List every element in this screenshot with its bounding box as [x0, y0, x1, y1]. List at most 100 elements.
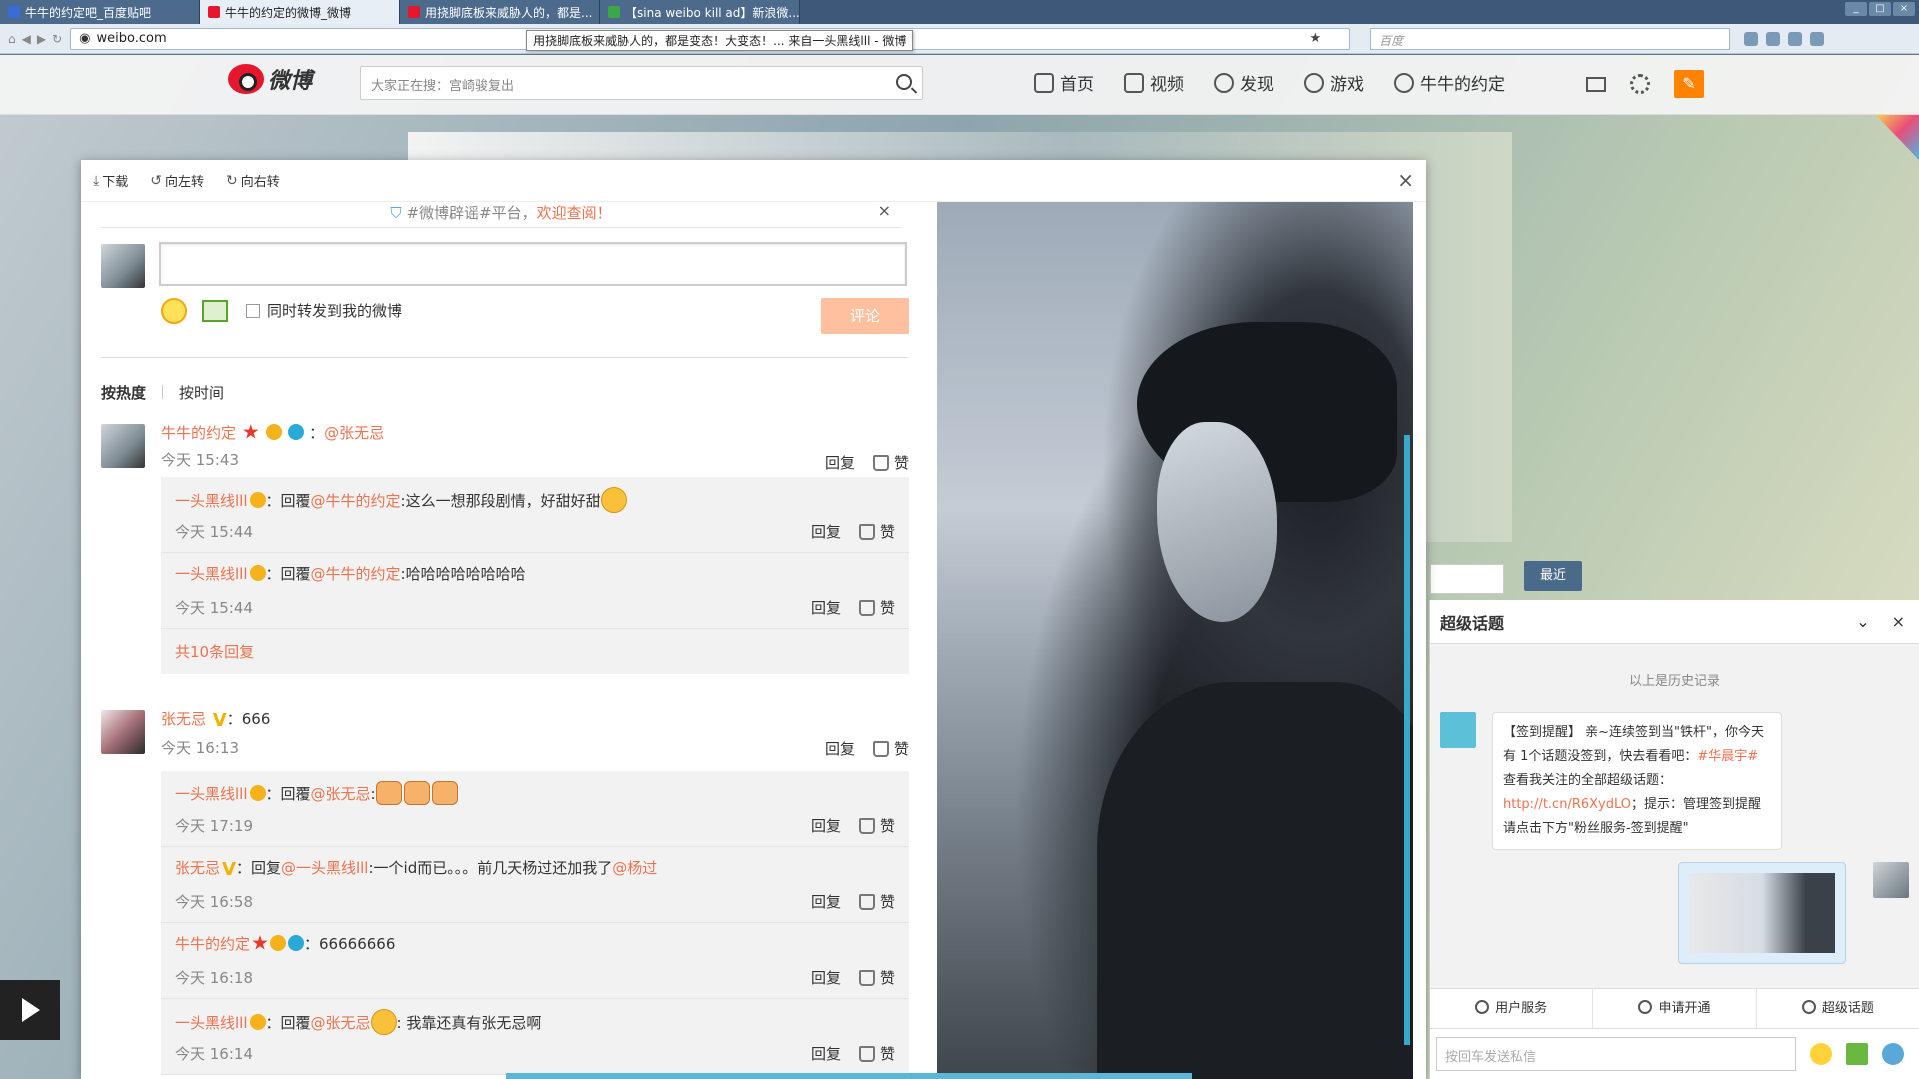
reply-button[interactable]: 回复: [811, 967, 841, 988]
like-button[interactable]: 赞: [858, 521, 895, 542]
forward-icon[interactable]: ▶: [37, 32, 46, 46]
thumbs-up-icon: [858, 1045, 875, 1062]
minimize-icon[interactable]: _: [1845, 2, 1867, 16]
back-icon[interactable]: ◀: [22, 32, 31, 46]
browser-tab-3[interactable]: 用挠脚底板来威胁人的，都是...: [400, 0, 600, 24]
bot-avatar[interactable]: [1440, 712, 1476, 748]
mention-link[interactable]: @张无忌: [311, 1014, 371, 1032]
close-window-icon[interactable]: ×: [1893, 2, 1915, 16]
my-avatar[interactable]: [1873, 862, 1909, 898]
rumor-notice: ⛉ #微博辟谣#平台，欢迎查阅！ ×: [101, 202, 901, 228]
search-icon[interactable]: [1744, 31, 1759, 46]
search-icon[interactable]: [896, 74, 912, 90]
home-icon[interactable]: ⌂: [8, 32, 16, 46]
chevron-down-icon[interactable]: ⌄: [1856, 612, 1869, 631]
compose-button[interactable]: ✎: [1674, 70, 1704, 98]
reply-button[interactable]: 回复: [811, 1043, 841, 1064]
reply-button[interactable]: 回复: [811, 597, 841, 618]
browser-tab-4[interactable]: 【sina weibo kill ad】新浪微...: [600, 0, 800, 24]
mention-link[interactable]: @一头黑线lll: [281, 859, 369, 877]
bookmark-star-icon[interactable]: ★: [1310, 31, 1322, 46]
browser-tab-1[interactable]: 牛牛的约定吧_百度贴吧: [0, 0, 200, 24]
mail-icon[interactable]: [1586, 76, 1606, 92]
like-button[interactable]: 赞: [872, 738, 909, 759]
emoji-icon[interactable]: [161, 298, 187, 324]
like-button[interactable]: 赞: [858, 967, 895, 988]
reply-username[interactable]: 一头黑线lll: [175, 785, 248, 803]
emoji-icon[interactable]: [1810, 1043, 1832, 1065]
reply-username[interactable]: 牛牛的约定: [175, 935, 250, 953]
menu-icon[interactable]: [1810, 31, 1825, 46]
reply-username[interactable]: 一头黑线lll: [175, 492, 248, 510]
extension-icon[interactable]: [1766, 31, 1781, 46]
mention-link[interactable]: @牛牛的约定: [311, 492, 401, 510]
image-icon[interactable]: [1846, 1043, 1868, 1065]
download-icon[interactable]: [1788, 31, 1803, 46]
comment-username[interactable]: 牛牛的约定: [161, 424, 236, 442]
avatar[interactable]: [101, 244, 145, 288]
reply-button[interactable]: 回复: [811, 891, 841, 912]
browser-search-input[interactable]: 百度: [1370, 27, 1731, 50]
attachment-icon[interactable]: [1882, 1043, 1904, 1065]
globe-icon: ◉: [79, 31, 91, 46]
reply-button[interactable]: 回复: [811, 521, 841, 542]
sort-time-tab[interactable]: 按时间: [179, 382, 224, 403]
horizontal-scrollbar[interactable]: [506, 1073, 1192, 1079]
mention-link[interactable]: @牛牛的约定: [311, 565, 401, 583]
reply-button[interactable]: 回复: [825, 452, 855, 473]
notice-close-icon[interactable]: ×: [878, 202, 891, 222]
menu-super-topic[interactable]: 超级话题: [1757, 989, 1919, 1028]
weibo-logo[interactable]: 微博: [228, 63, 312, 95]
weibo-search-input[interactable]: 大家正在搜：宫崎骏复出: [360, 66, 923, 100]
nav-home[interactable]: 首页: [1034, 70, 1094, 95]
more-replies-link[interactable]: 共10条回复: [161, 629, 909, 674]
comment-input[interactable]: [159, 242, 907, 286]
like-button[interactable]: 赞: [858, 891, 895, 912]
like-button[interactable]: 赞: [858, 815, 895, 836]
reply-button[interactable]: 回复: [811, 815, 841, 836]
reply-username[interactable]: 一头黑线lll: [175, 565, 248, 583]
browser-tab-2[interactable]: 牛牛的约定的微博_微博: [200, 0, 400, 24]
nav-games[interactable]: 游戏: [1304, 70, 1364, 95]
menu-user-service[interactable]: 用户服务: [1430, 989, 1594, 1028]
rotate-right-button[interactable]: ↻ 向右转: [226, 171, 280, 191]
nav-discover[interactable]: 发现: [1214, 70, 1274, 95]
nav-profile[interactable]: 牛牛的约定: [1394, 70, 1505, 95]
gear-icon[interactable]: [1630, 74, 1650, 94]
camera-badge-icon: [288, 424, 305, 440]
like-button[interactable]: 赞: [858, 1043, 895, 1064]
vertical-scrollbar[interactable]: [1404, 435, 1410, 1045]
image-icon[interactable]: [202, 300, 228, 322]
maximize-icon[interactable]: □: [1869, 2, 1891, 16]
menu-apply[interactable]: 申请开通: [1593, 989, 1757, 1028]
comment-button[interactable]: 评论: [821, 298, 909, 334]
download-button[interactable]: ⤓ 下载: [93, 171, 128, 191]
image-message[interactable]: [1678, 862, 1846, 964]
close-icon[interactable]: ×: [1397, 168, 1414, 192]
sort-hot-tab[interactable]: 按热度: [101, 382, 146, 403]
refresh-icon[interactable]: ↻: [52, 32, 62, 46]
mention-link[interactable]: @杨过: [612, 859, 657, 877]
chat-search-box[interactable]: [1430, 564, 1504, 594]
recent-tab[interactable]: 最近: [1524, 561, 1582, 591]
rotate-left-button[interactable]: ↺ 向左转: [150, 171, 204, 191]
nav-video[interactable]: 视频: [1124, 70, 1184, 95]
mention-link[interactable]: @张无忌: [324, 424, 384, 442]
close-icon[interactable]: ×: [1892, 612, 1905, 631]
reply-username[interactable]: 张无忌: [175, 859, 220, 877]
like-button[interactable]: 赞: [872, 452, 909, 473]
url-field[interactable]: ◉ weibo.com 用挠脚底板来威胁人的，都是变态！大变态！... 来自一头…: [70, 27, 1351, 51]
notice-highlight[interactable]: 欢迎查阅！: [537, 204, 612, 222]
topic-link[interactable]: #华晨宇#: [1697, 749, 1758, 764]
reply-username[interactable]: 一头黑线lll: [175, 1014, 248, 1032]
video-thumbnail[interactable]: [0, 980, 60, 1040]
forward-checkbox[interactable]: [246, 304, 260, 318]
comment-username[interactable]: 张无忌: [161, 710, 206, 728]
reply-button[interactable]: 回复: [825, 738, 855, 759]
like-label: 赞: [879, 1045, 895, 1063]
url-link[interactable]: http://t.cn/R6XydLO: [1503, 797, 1631, 812]
like-button[interactable]: 赞: [858, 597, 895, 618]
main-photo[interactable]: [937, 202, 1413, 1079]
chat-input[interactable]: 按回车发送私信: [1436, 1037, 1796, 1071]
mention-link[interactable]: @张无忌: [311, 785, 371, 803]
